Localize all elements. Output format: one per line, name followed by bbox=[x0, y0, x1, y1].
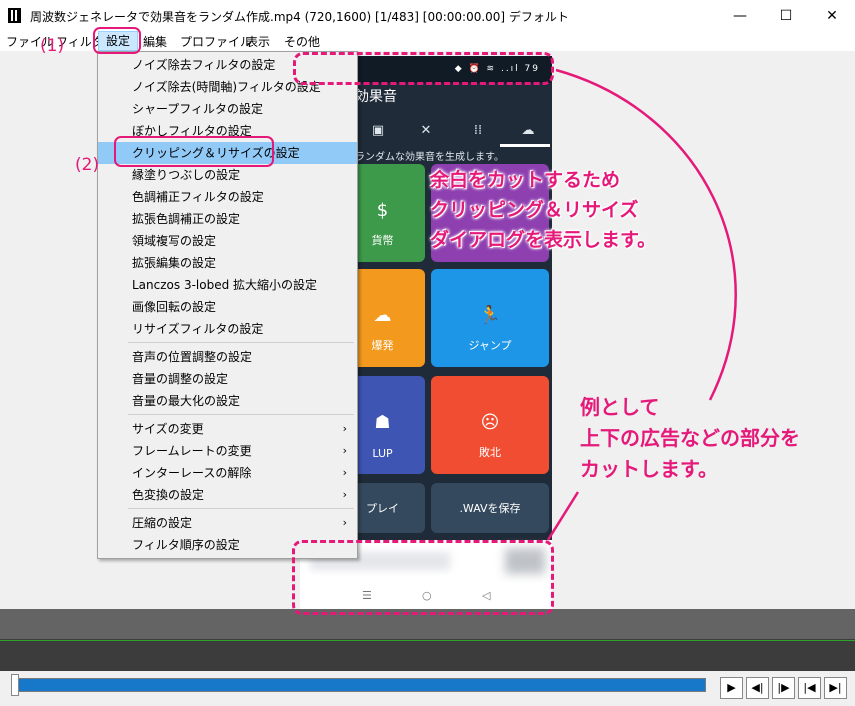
connector-top bbox=[555, 68, 737, 401]
annotation-connectors bbox=[546, 68, 737, 541]
connector-bottom bbox=[546, 491, 580, 541]
aviutl-window: 周波数ジェネレータで効果音をランダム作成.mp4 (720,1600) [1/4… bbox=[0, 0, 855, 706]
